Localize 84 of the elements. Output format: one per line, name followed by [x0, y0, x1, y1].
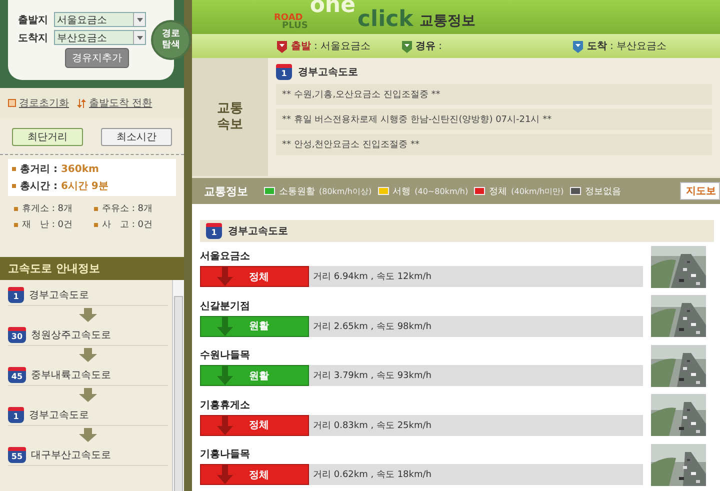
traffic-info: 거리 0.62km , 속도 18km/h [312, 469, 432, 482]
bullet-icon [12, 167, 16, 171]
legend-label: 소통원활 [279, 186, 315, 198]
traffic-info: 거리 2.65km , 속도 98km/h [312, 320, 432, 334]
location-name: 기흥나들목 [200, 448, 251, 462]
location-name: 서울요금소 [200, 250, 251, 264]
map-button[interactable]: 지도보 [680, 182, 720, 200]
route-name[interactable]: 경부고속도로 [29, 408, 89, 422]
dropdown-caret-icon[interactable] [133, 13, 145, 26]
stat-text: 재 난 : 0건 [22, 219, 72, 231]
route-search-button[interactable]: 경로 탐색 [151, 20, 191, 60]
road-name: 경부고속도로 [228, 225, 288, 238]
route-label: 경유 [416, 40, 436, 53]
traffic-info: 거리 0.83km , 속도 25km/h [312, 420, 432, 433]
bullet-icon [12, 184, 16, 188]
route-mode-tab[interactable]: 최소시간 [101, 128, 172, 146]
route-value: : [438, 40, 442, 52]
route-name[interactable]: 경부고속도로 [29, 288, 89, 302]
location-name: 신갈분기점 [200, 300, 251, 313]
stat-text: 주유소 : 8개 [102, 203, 152, 215]
road-name: 경부고속도로 [298, 66, 358, 79]
location-name: 기흥휴게소 [200, 398, 251, 412]
route-shield-icon: 1 [276, 64, 292, 80]
route-shield-icon: 1 [206, 223, 222, 239]
route-shield-icon: 30 [8, 326, 26, 342]
down-arrow-icon [78, 428, 98, 442]
status-badge: 정체 [200, 414, 309, 436]
legend-label: 정보없음 [584, 186, 621, 198]
status-badge: 원활 [200, 365, 309, 386]
reset-link[interactable]: 경로초기화 [8, 96, 69, 110]
destination-label: 도착지 [18, 32, 48, 44]
stat-text: 휴게소 : 8개 [22, 203, 72, 215]
down-arrow-icon [78, 388, 98, 402]
route-name[interactable]: 대구부산고속도로 [31, 448, 111, 462]
legend-note: (40km/h미만) [511, 186, 564, 196]
traffic-info: 거리 3.79km , 속도 93km/h [312, 370, 432, 384]
swap-link[interactable]: 출발도착 전환 [77, 96, 152, 110]
legend-note: (40~80km/h) [414, 186, 468, 196]
legend-note: (80km/h이상) [319, 186, 372, 196]
route-shield-icon: 1 [8, 286, 24, 302]
route-label: 출발 [291, 40, 311, 53]
legend-title: 교통정보 [204, 184, 248, 198]
legend-label: 정체 [489, 186, 508, 198]
pin-icon [400, 40, 413, 52]
dropdown-caret-icon[interactable] [133, 31, 145, 44]
down-arrow-icon [78, 308, 98, 322]
status-badge: 정체 [200, 464, 309, 486]
summary-text: 총시간 : 6시간 9분 [20, 180, 108, 193]
down-arrow-icon [78, 348, 98, 362]
destination-select[interactable]: 부산요금소 [54, 30, 146, 45]
route-mode-tab[interactable]: 최단거리 [12, 128, 83, 146]
stat-text: 사 고 : 0건 [102, 219, 152, 231]
route-value: : 서울요금소 [314, 40, 371, 53]
status-badge: 원활 [200, 316, 309, 337]
section-header: 고속도로 안내정보 [0, 257, 184, 280]
logo-one: one [310, 0, 356, 16]
route-shield-icon: 45 [8, 366, 26, 382]
route-shield-icon: 55 [8, 446, 26, 462]
origin-label: 출발지 [18, 14, 48, 26]
route-label: 도착 [586, 40, 607, 53]
bullet-icon [94, 206, 98, 210]
add-waypoint-button[interactable]: 경유지추가 [65, 48, 129, 68]
route-name[interactable]: 중부내륙고속도로 [31, 368, 111, 382]
route-name[interactable]: 청원상주고속도로 [31, 328, 111, 342]
bullet-icon [14, 222, 18, 226]
bullet-icon [94, 222, 98, 226]
route-value: : 부산요금소 [610, 40, 666, 53]
scrollbar[interactable] [172, 280, 184, 491]
summary-text: 총거리 : 360km [20, 163, 99, 176]
swap-arrows-icon [77, 98, 86, 108]
pin-icon [276, 40, 288, 52]
pin-icon [572, 40, 584, 52]
location-name: 수원나들목 [200, 349, 251, 362]
page-title: 교통정보 [419, 12, 476, 30]
square-icon [8, 99, 16, 107]
traffic-info: 거리 6.94km , 속도 12km/h [312, 271, 432, 284]
logo-click: click [358, 10, 414, 30]
route-shield-icon: 1 [8, 406, 24, 422]
logo-road: ROAD PLUS [274, 14, 308, 30]
status-badge: 정체 [200, 266, 309, 288]
legend-label: 서행 [392, 186, 411, 198]
bulletin-title: 교통 속보 [217, 101, 243, 133]
bullet-icon [14, 206, 18, 210]
origin-select[interactable]: 서울요금소 [54, 12, 146, 27]
